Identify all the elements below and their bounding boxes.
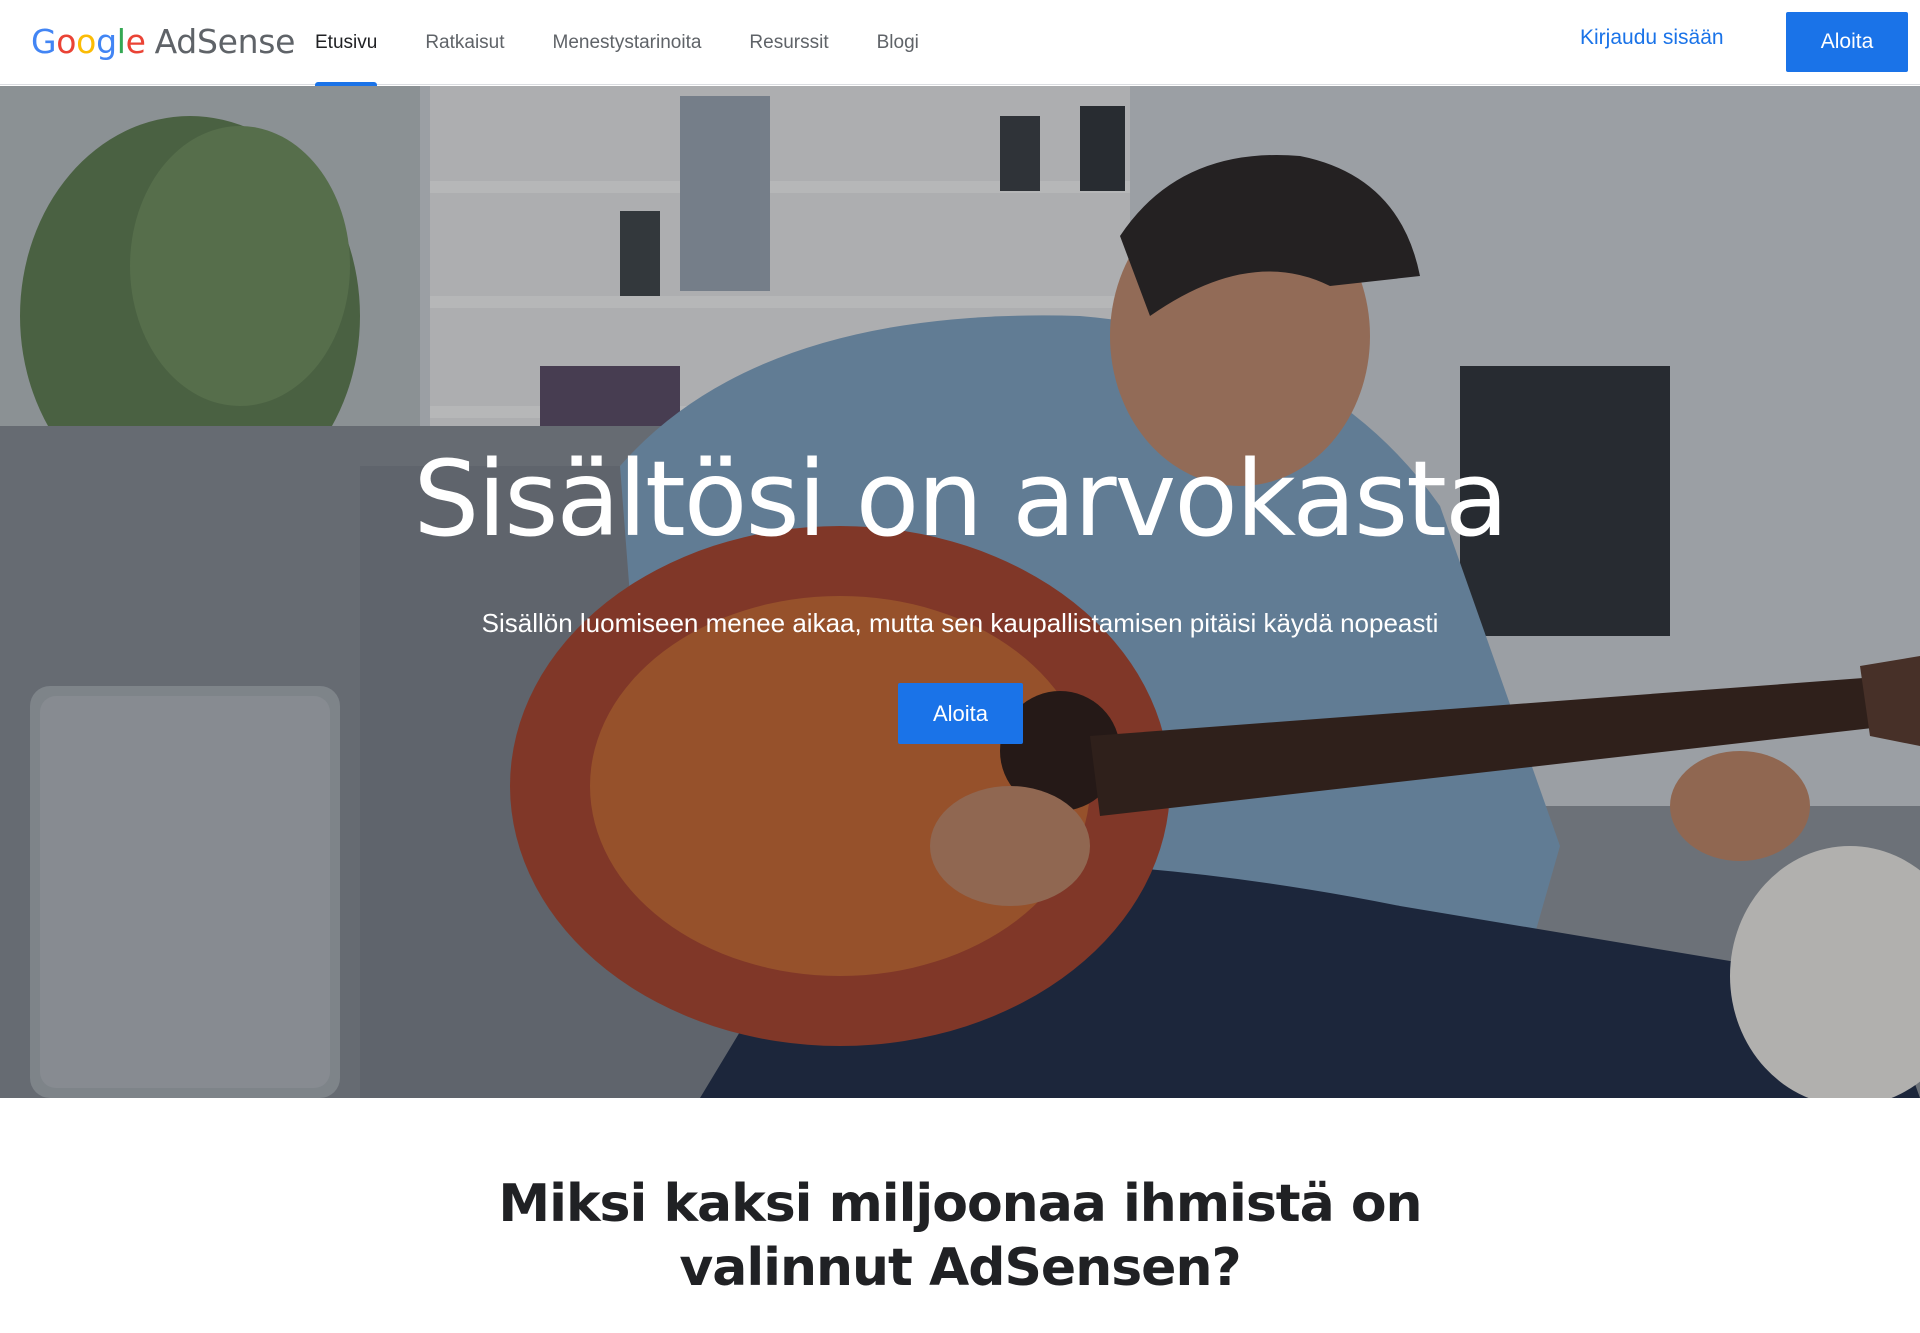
hero-title: Sisältösi on arvokasta — [413, 438, 1508, 560]
nav-item-blogi[interactable]: Blogi — [877, 0, 919, 85]
hero-subtitle: Sisällön luomiseen menee aikaa, mutta se… — [481, 608, 1439, 638]
section-title-line-2: valinnut AdSensen? — [679, 1238, 1241, 1298]
hero-overlay — [0, 86, 1920, 1098]
nav-item-ratkaisut[interactable]: Ratkaisut — [425, 0, 504, 85]
section-title-line-1: Miksi kaksi miljoonaa ihmistä on — [498, 1174, 1422, 1234]
main-nav: Etusivu Ratkaisut Menestystarinoita Resu… — [315, 0, 967, 86]
section-title: Miksi kaksi miljoonaa ihmistä on valinnu… — [460, 1172, 1460, 1300]
nav-item-etusivu[interactable]: Etusivu — [315, 0, 378, 86]
hero-get-started-button[interactable]: Aloita — [898, 683, 1023, 744]
nav-item-resurssit[interactable]: Resurssit — [749, 0, 828, 85]
site-header: Google AdSense Etusivu Ratkaisut Menesty… — [0, 0, 1920, 86]
google-adsense-logo[interactable]: Google AdSense — [31, 22, 295, 62]
nav-item-menestystarinoita[interactable]: Menestystarinoita — [553, 0, 702, 85]
get-started-button[interactable]: Aloita — [1786, 12, 1908, 72]
google-wordmark: Google — [31, 22, 146, 61]
sign-in-link[interactable]: Kirjaudu sisään — [1580, 26, 1724, 50]
product-name: AdSense — [154, 22, 296, 61]
hero-section: Sisältösi on arvokasta Sisällön luomisee… — [0, 86, 1920, 1098]
